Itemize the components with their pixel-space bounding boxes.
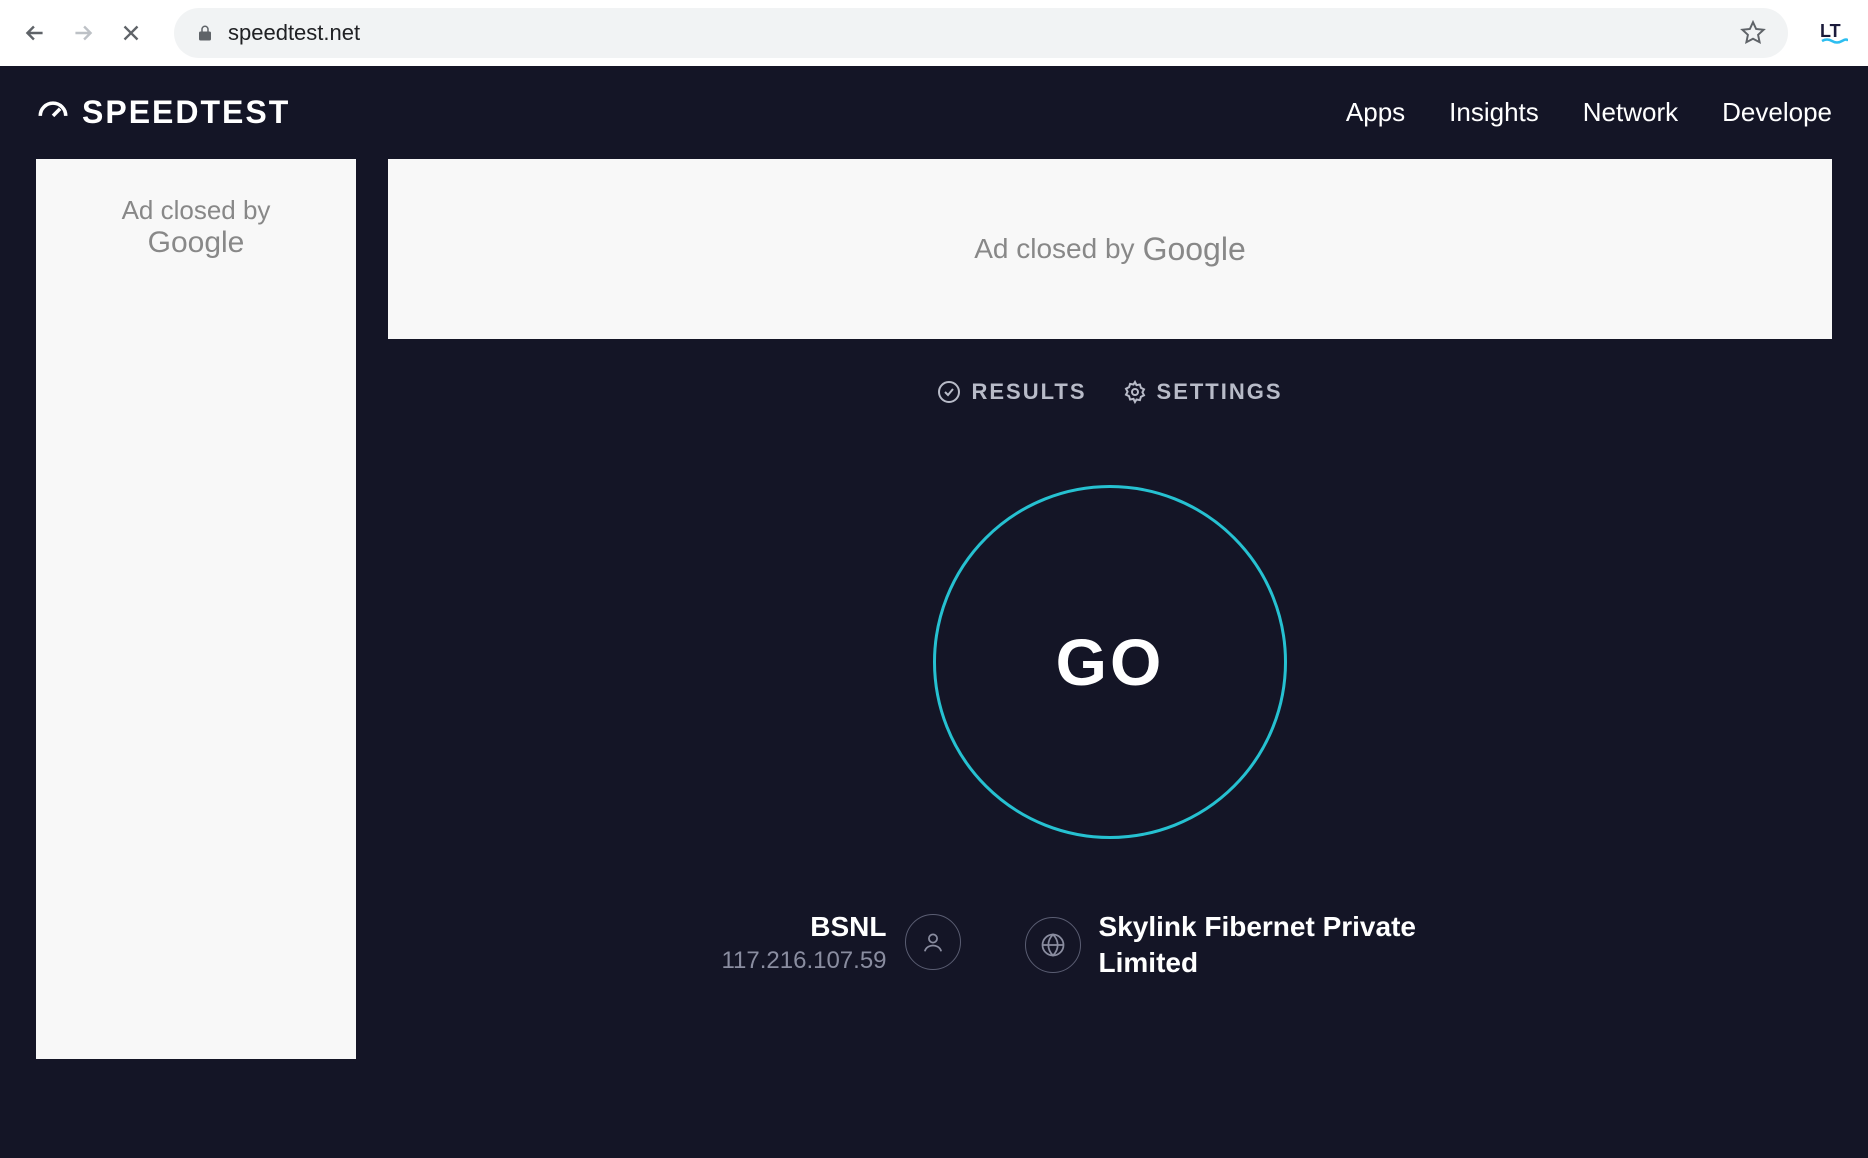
ad-google-text: Google	[148, 226, 245, 260]
isp-block[interactable]: BSNL 117.216.107.59	[721, 909, 960, 975]
gauge-icon	[36, 96, 70, 130]
content-row: Ad closed by Google Ad closed by Google …	[0, 159, 1868, 1059]
logo-text: SPEEDTEST	[82, 94, 290, 131]
results-link[interactable]: RESULTS	[937, 379, 1086, 405]
go-button[interactable]: GO	[933, 485, 1287, 839]
settings-link[interactable]: SETTINGS	[1123, 379, 1283, 405]
ad-closed-text: Ad closed by	[122, 195, 271, 226]
svg-text:LT: LT	[1820, 21, 1841, 41]
ad-sidebar: Ad closed by Google	[36, 159, 356, 1059]
logo[interactable]: SPEEDTEST	[36, 94, 290, 131]
extension-icon[interactable]: LT	[1820, 19, 1848, 47]
server-name: Skylink Fibernet Private Limited	[1099, 909, 1499, 982]
forward-button[interactable]	[68, 18, 98, 48]
nav-insights[interactable]: Insights	[1449, 97, 1539, 128]
lock-icon	[196, 24, 214, 42]
user-icon	[905, 914, 961, 970]
ad-google-text: Google	[1143, 231, 1246, 268]
main-area: Ad closed by Google RESULTS SETTINGS GO	[388, 159, 1832, 1059]
server-block[interactable]: Skylink Fibernet Private Limited	[1025, 909, 1499, 982]
nav-network[interactable]: Network	[1583, 97, 1678, 128]
go-wrap: GO	[388, 485, 1832, 839]
ad-closed-text: Ad closed by	[974, 233, 1134, 265]
address-bar[interactable]: speedtest.net	[174, 8, 1788, 58]
sub-nav: RESULTS SETTINGS	[388, 379, 1832, 405]
back-button[interactable]	[20, 18, 50, 48]
check-circle-icon	[937, 380, 961, 404]
nav-developers[interactable]: Develope	[1722, 97, 1832, 128]
isp-name: BSNL	[721, 909, 886, 945]
ip-address: 117.216.107.59	[721, 947, 886, 975]
bookmark-star-icon[interactable]	[1740, 20, 1766, 46]
connection-row: BSNL 117.216.107.59 Skylink Fibernet Pri…	[388, 909, 1832, 982]
nav-apps[interactable]: Apps	[1346, 97, 1405, 128]
globe-icon	[1025, 917, 1081, 973]
page-content: SPEEDTEST Apps Insights Network Develope…	[0, 66, 1868, 1158]
main-nav: Apps Insights Network Develope	[1346, 97, 1832, 128]
site-header: SPEEDTEST Apps Insights Network Develope	[0, 66, 1868, 159]
gear-icon	[1123, 380, 1147, 404]
url-text: speedtest.net	[228, 20, 360, 46]
go-label: GO	[1056, 624, 1165, 700]
ad-banner: Ad closed by Google	[388, 159, 1832, 339]
stop-button[interactable]	[116, 18, 146, 48]
browser-toolbar: speedtest.net LT	[0, 0, 1868, 66]
results-label: RESULTS	[971, 379, 1086, 405]
settings-label: SETTINGS	[1157, 379, 1283, 405]
